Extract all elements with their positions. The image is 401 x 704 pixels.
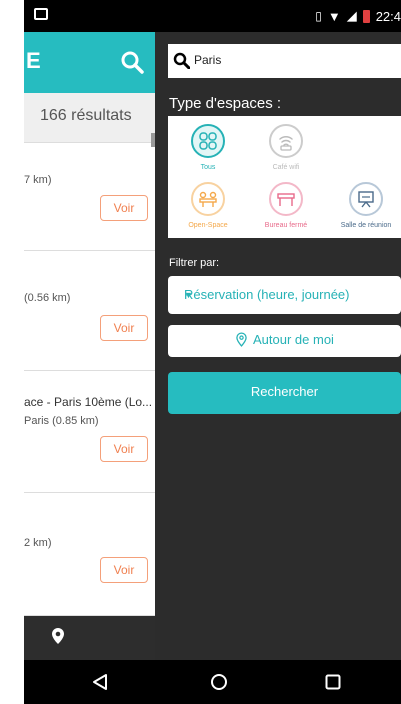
search-button[interactable]: Rechercher: [168, 372, 401, 414]
type-salle-reunion[interactable]: Salle de réunion: [331, 180, 401, 240]
map-toggle-bar[interactable]: [24, 616, 155, 660]
home-icon[interactable]: [210, 673, 228, 691]
voir-button[interactable]: Voir: [100, 557, 148, 583]
grid-icon: [191, 124, 225, 158]
result-distance: 7 km): [24, 174, 52, 186]
signal-icon: ◢: [346, 8, 357, 23]
filter-label: Filtrer par:: [169, 257, 220, 269]
divider: [24, 370, 155, 371]
voir-button[interactable]: Voir: [100, 436, 148, 462]
battery-icon: [362, 9, 370, 23]
filter-panel: Paris Type d'espaces : Tous Café wifi Op…: [155, 32, 401, 660]
type-label-salle: Salle de réunion: [340, 222, 392, 229]
result-title: ace - Paris 10ème (Lo...: [24, 395, 153, 409]
type-label: Type d'espaces :: [169, 95, 282, 112]
recents-icon[interactable]: [325, 674, 341, 690]
presentation-icon: [349, 182, 383, 216]
type-bureau-ferme[interactable]: Bureau fermé: [251, 180, 321, 240]
around-me-label: Autour de moi: [253, 332, 334, 347]
type-label-open-space: Open-Space: [188, 222, 228, 229]
search-input[interactable]: Paris: [168, 44, 401, 78]
search-icon: [173, 52, 190, 69]
type-open-space[interactable]: Open-Space: [173, 180, 243, 240]
clock: 22:4: [375, 8, 401, 24]
search-icon[interactable]: [120, 50, 144, 74]
location-pin-icon[interactable]: [52, 628, 64, 644]
results-count: 166 résultats: [40, 107, 132, 124]
results-count-bar: 166 résultats: [24, 93, 155, 143]
result-distance: (0.56 km): [24, 292, 71, 304]
divider: [24, 250, 155, 251]
type-tous[interactable]: Tous: [173, 122, 243, 182]
notification-icon: [34, 8, 48, 20]
status-bar: ▯ ▼ ◢ 22:4: [24, 0, 401, 32]
people-table-icon: [191, 182, 225, 216]
background-results-screen: E 166 résultats 7 km) Voir (0.56 km) Voi…: [24, 32, 155, 616]
back-icon[interactable]: [92, 673, 108, 691]
vibrate-icon: ▯: [315, 9, 322, 23]
desk-icon: [269, 182, 303, 216]
chevron-down-icon: ▼: [184, 290, 193, 300]
app-logo: E: [26, 48, 41, 73]
voir-button[interactable]: Voir: [100, 315, 148, 341]
result-distance: Paris (0.85 km): [24, 415, 99, 427]
type-label-cafe: Café wifi: [272, 164, 300, 171]
space-type-grid: Tous Café wifi Open-Space Bureau fermé S…: [168, 116, 401, 238]
type-label-tous: Tous: [200, 164, 216, 171]
wifi-icon: ▼: [327, 8, 341, 24]
left-margin: [0, 0, 24, 704]
system-nav-bar: [24, 660, 401, 704]
results-header: E: [24, 32, 155, 93]
type-cafe-wifi[interactable]: Café wifi: [251, 122, 321, 182]
around-me-button[interactable]: Autour de moi: [168, 325, 401, 357]
wifi-icon: [269, 124, 303, 158]
status-icons: ▯ ▼ ◢ 22:4: [315, 7, 401, 25]
search-value: Paris: [194, 53, 222, 67]
voir-button[interactable]: Voir: [100, 195, 148, 221]
location-pin-icon: [236, 332, 247, 347]
type-label-bureau: Bureau fermé: [264, 222, 308, 229]
result-distance: 2 km): [24, 537, 52, 549]
search-button-label: Rechercher: [250, 384, 319, 399]
divider: [24, 492, 155, 493]
filter-select[interactable]: Réservation (heure, journée) ▼: [168, 276, 401, 314]
